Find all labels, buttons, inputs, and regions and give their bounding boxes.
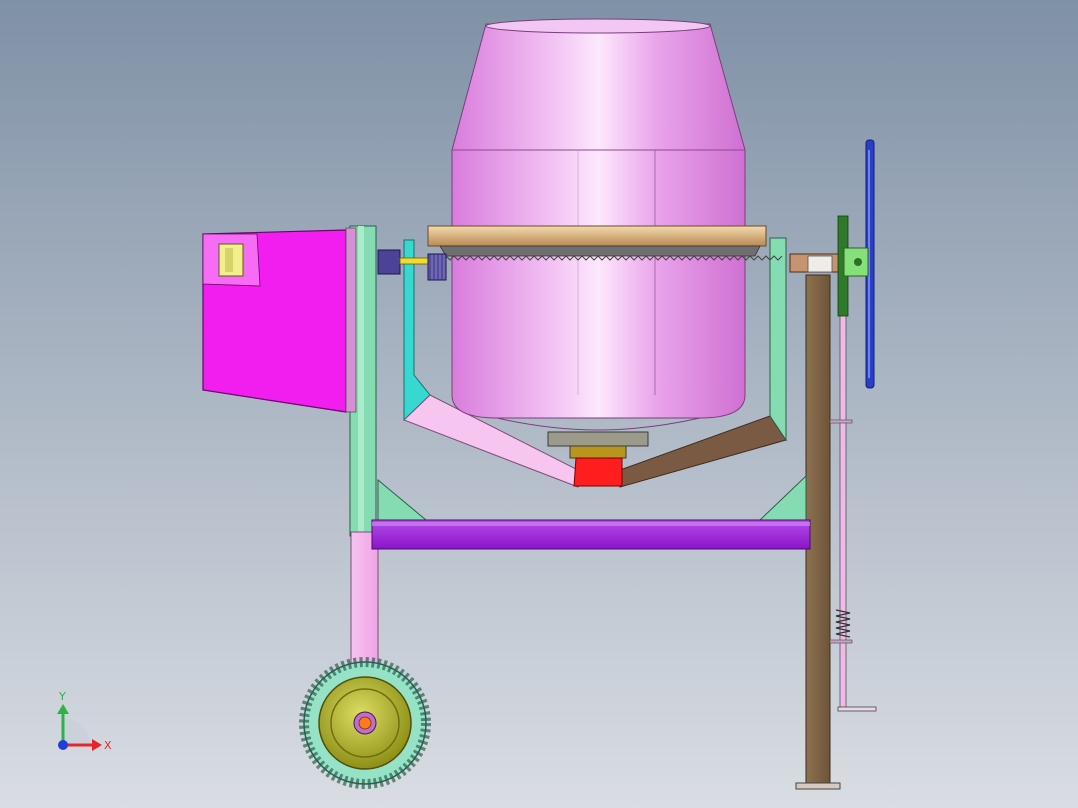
y-axis-label: Y (58, 690, 66, 703)
ring-gear (427, 225, 783, 261)
mixer-model: Y X (57, 18, 877, 790)
x-axis-label: X (104, 739, 112, 752)
axis-triad: Y X (57, 690, 112, 752)
mixer-drum (451, 18, 746, 431)
x-axis-arrow (92, 739, 102, 751)
wheel (299, 657, 431, 789)
spring (835, 609, 851, 638)
z-axis-dot (58, 740, 68, 750)
left-brace (377, 478, 428, 521)
right-brace (758, 474, 807, 521)
motor-housing (202, 227, 357, 413)
crossbar (371, 519, 811, 550)
y-axis-arrow (57, 704, 69, 714)
cad-viewport[interactable]: Y X (0, 0, 1078, 808)
